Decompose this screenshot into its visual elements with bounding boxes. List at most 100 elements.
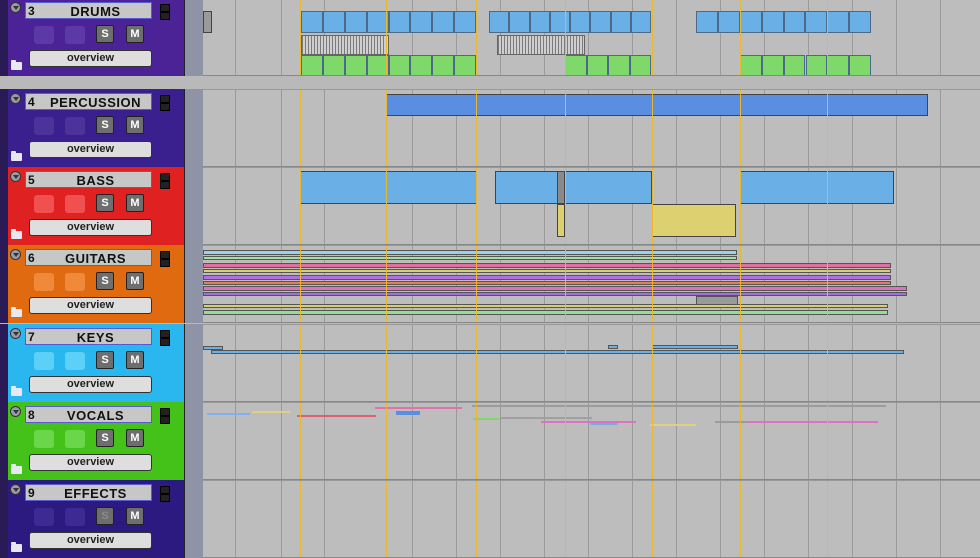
track-name-field[interactable]: 9 EFFECTS: [25, 484, 152, 501]
clip[interactable]: [297, 415, 376, 417]
track-lane[interactable]: [203, 480, 980, 558]
clip[interactable]: [529, 11, 550, 33]
clip[interactable]: [630, 11, 651, 33]
clip[interactable]: [590, 423, 618, 425]
overview-button[interactable]: overview: [29, 297, 152, 314]
clip[interactable]: [322, 11, 345, 33]
clip[interactable]: [549, 11, 570, 33]
clip[interactable]: [650, 424, 696, 426]
clip[interactable]: [715, 421, 750, 423]
monitor-button[interactable]: [65, 26, 85, 44]
track-name-field[interactable]: 5 BASS: [25, 171, 152, 188]
clip[interactable]: [748, 421, 878, 423]
clip[interactable]: [805, 11, 828, 33]
midi-clip[interactable]: [301, 35, 389, 55]
collapse-toggle-icon[interactable]: [10, 249, 21, 260]
folder-icon[interactable]: [11, 386, 22, 396]
folder-icon[interactable]: [11, 229, 22, 239]
clip[interactable]: [827, 55, 850, 75]
clip[interactable]: [410, 55, 433, 75]
clip[interactable]: [652, 345, 738, 349]
overview-button[interactable]: overview: [29, 141, 152, 158]
midi-clip[interactable]: [497, 35, 585, 55]
clip[interactable]: [557, 204, 565, 237]
record-arm-button[interactable]: [34, 117, 54, 135]
overview-button[interactable]: overview: [29, 219, 152, 236]
clip[interactable]: [761, 11, 784, 33]
track-lane[interactable]: [203, 402, 980, 480]
monitor-button[interactable]: [65, 273, 85, 291]
clip[interactable]: [203, 250, 737, 255]
clip[interactable]: [322, 55, 345, 75]
track-name-field[interactable]: 7 KEYS: [25, 328, 152, 345]
solo-button[interactable]: S: [96, 116, 114, 134]
overview-button[interactable]: overview: [29, 532, 152, 549]
mute-button[interactable]: M: [126, 351, 144, 369]
clip[interactable]: [565, 55, 587, 75]
clip[interactable]: [432, 55, 455, 75]
clip[interactable]: [541, 421, 636, 423]
clip[interactable]: [203, 304, 888, 308]
clip[interactable]: [203, 263, 891, 268]
clip[interactable]: [495, 171, 652, 204]
clip[interactable]: [203, 292, 907, 296]
clip[interactable]: [432, 11, 455, 33]
clip[interactable]: [203, 286, 907, 291]
clip[interactable]: [473, 418, 500, 420]
collapse-toggle-icon[interactable]: [10, 406, 21, 417]
clip[interactable]: [472, 405, 886, 407]
clip[interactable]: [300, 171, 477, 204]
mute-button[interactable]: M: [126, 272, 144, 290]
solo-button[interactable]: S: [96, 351, 114, 369]
clip[interactable]: [344, 55, 367, 75]
solo-button[interactable]: S: [96, 272, 114, 290]
monitor-button[interactable]: [65, 430, 85, 448]
clip[interactable]: [590, 11, 611, 33]
monitor-button[interactable]: [65, 195, 85, 213]
clip[interactable]: [396, 413, 420, 415]
clip[interactable]: [386, 94, 928, 116]
clip[interactable]: [344, 11, 367, 33]
collapse-toggle-icon[interactable]: [10, 328, 21, 339]
clip[interactable]: [301, 55, 323, 75]
track-lane[interactable]: [203, 324, 980, 402]
solo-button[interactable]: S: [96, 507, 114, 525]
clip[interactable]: [410, 11, 433, 33]
record-arm-button[interactable]: [34, 26, 54, 44]
mute-button[interactable]: M: [126, 25, 144, 43]
clip[interactable]: [586, 55, 608, 75]
clip[interactable]: [375, 407, 462, 409]
mute-button[interactable]: M: [126, 116, 144, 134]
clip[interactable]: [301, 11, 323, 33]
clip[interactable]: [739, 11, 762, 33]
record-arm-button[interactable]: [34, 352, 54, 370]
record-arm-button[interactable]: [34, 508, 54, 526]
clip[interactable]: [203, 256, 737, 260]
monitor-button[interactable]: [65, 117, 85, 135]
mute-button[interactable]: M: [126, 429, 144, 447]
track-name-field[interactable]: 8 VOCALS: [25, 406, 152, 423]
clip[interactable]: [849, 55, 871, 75]
solo-button[interactable]: S: [96, 194, 114, 212]
clip[interactable]: [203, 281, 891, 285]
solo-button[interactable]: S: [96, 25, 114, 43]
clip[interactable]: [805, 55, 828, 75]
clip[interactable]: [783, 55, 806, 75]
clip[interactable]: [740, 55, 762, 75]
record-arm-button[interactable]: [34, 430, 54, 448]
folder-icon[interactable]: [11, 542, 22, 552]
monitor-button[interactable]: [65, 352, 85, 370]
clip[interactable]: [570, 11, 591, 33]
track-lane[interactable]: [203, 245, 980, 323]
clip[interactable]: [557, 171, 565, 204]
clip[interactable]: [203, 310, 888, 315]
clip[interactable]: [717, 11, 740, 33]
clip[interactable]: [761, 55, 784, 75]
clip[interactable]: [203, 11, 212, 33]
folder-icon[interactable]: [11, 151, 22, 161]
clip[interactable]: [740, 171, 894, 204]
record-arm-button[interactable]: [34, 273, 54, 291]
mute-button[interactable]: M: [126, 194, 144, 212]
clip[interactable]: [454, 55, 476, 75]
monitor-button[interactable]: [65, 508, 85, 526]
